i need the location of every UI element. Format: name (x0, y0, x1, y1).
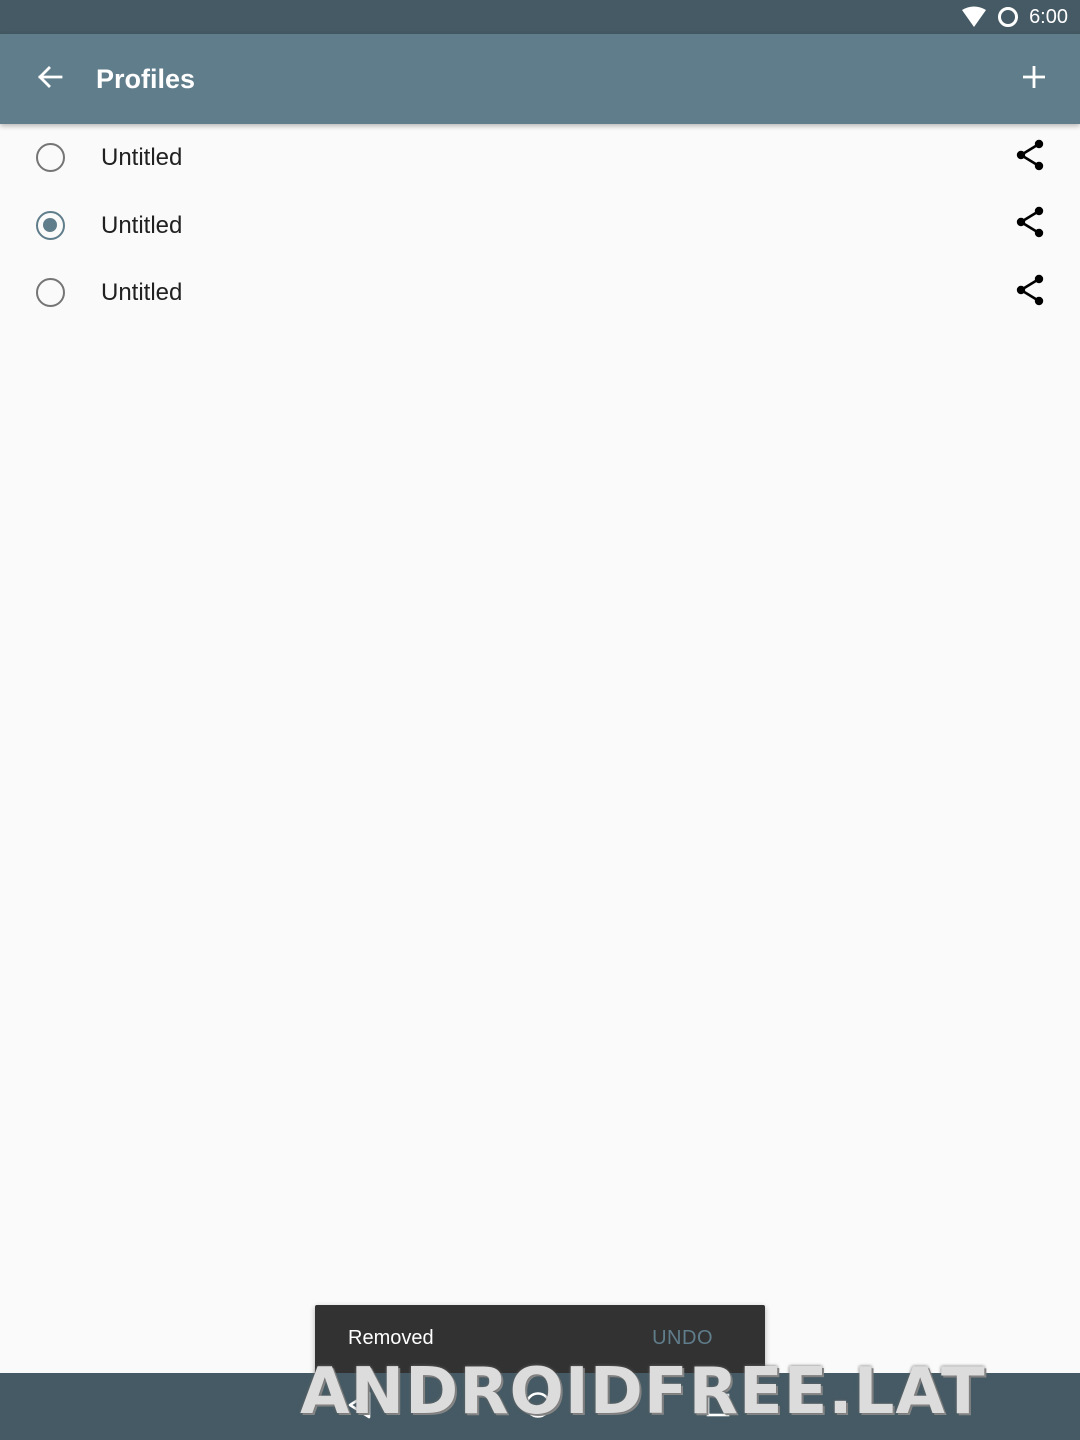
share-icon (1014, 206, 1046, 243)
profile-list: Untitled Untitled Untitled (0, 124, 1080, 327)
share-button[interactable] (1010, 205, 1050, 245)
profile-name: Untitled (101, 211, 183, 239)
share-button[interactable] (1010, 137, 1050, 177)
snackbar-message: Removed (348, 1327, 434, 1349)
share-icon (1014, 139, 1046, 176)
profile-radio[interactable] (36, 278, 65, 307)
share-button[interactable] (1010, 272, 1050, 312)
arrow-back-icon (36, 63, 64, 96)
list-item[interactable]: Untitled (0, 259, 1080, 327)
sync-circle-icon (997, 6, 1019, 28)
screen: 6:00 Profiles Untitled Untitled Untitled… (0, 0, 1080, 1440)
app-bar: Profiles (0, 34, 1080, 124)
list-item[interactable]: Untitled (0, 192, 1080, 260)
list-item[interactable]: Untitled (0, 124, 1080, 192)
undo-button[interactable]: UNDO (652, 1327, 713, 1350)
profile-radio-selected[interactable] (36, 210, 65, 240)
profile-name: Untitled (101, 144, 183, 171)
status-bar: 6:00 (0, 0, 1080, 34)
back-button[interactable] (22, 55, 78, 103)
status-time: 6:00 (1029, 6, 1068, 28)
wifi-icon (961, 6, 987, 28)
profile-name: Untitled (101, 279, 183, 306)
watermark-text: ANDROIDFREE.LAT (300, 1355, 986, 1429)
profile-radio[interactable] (36, 143, 65, 172)
add-profile-button[interactable] (1010, 55, 1058, 103)
plus-icon (1021, 64, 1047, 95)
page-title: Profiles (96, 64, 196, 94)
share-icon (1014, 274, 1046, 311)
